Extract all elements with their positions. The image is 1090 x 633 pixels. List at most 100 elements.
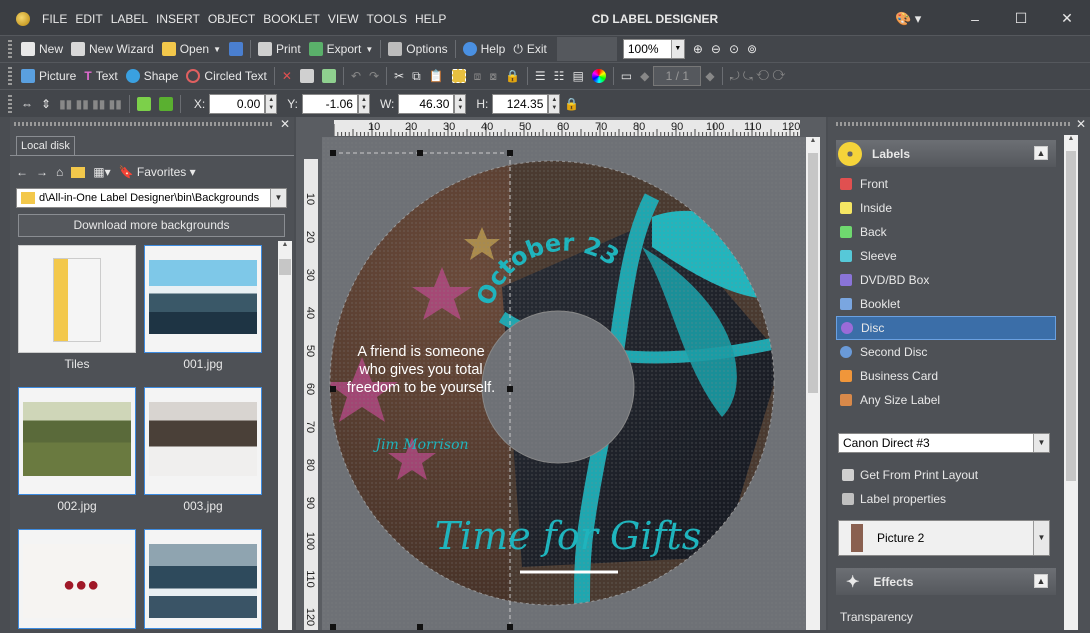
undo-icon[interactable]: ↶ (347, 65, 365, 87)
menu-label[interactable]: LABEL (107, 12, 152, 26)
cut-icon[interactable]: ✂ (390, 65, 408, 87)
maximize-icon[interactable]: ☐ (998, 10, 1044, 27)
favorites-button[interactable]: 🔖 Favorites ▾ (119, 165, 196, 179)
close-panel-icon[interactable]: ✕ (280, 117, 290, 131)
label-disc[interactable]: Disc (836, 316, 1056, 340)
author-text[interactable]: Jim Morrison (372, 437, 468, 453)
align-v-icon[interactable]: ⇕ (37, 93, 55, 115)
properties-icon[interactable] (296, 65, 318, 87)
palette-icon[interactable]: 🎨 ▾ (895, 11, 921, 27)
lock-icon[interactable]: 🔒 (501, 65, 524, 87)
open-button[interactable]: Open ▼ (158, 38, 225, 60)
paste-icon[interactable]: 📋 (425, 65, 448, 87)
thumb-003[interactable] (144, 387, 262, 495)
prev-page-icon[interactable]: ◆ (636, 65, 653, 87)
download-backgrounds-button[interactable]: Download more backgrounds (18, 214, 285, 237)
bring-front-icon[interactable] (133, 93, 155, 115)
thumb-002[interactable] (18, 387, 136, 495)
menu-file[interactable]: FILE (38, 12, 71, 26)
menu-view[interactable]: VIEW (324, 12, 363, 26)
label-booklet[interactable]: Booklet (836, 292, 1056, 316)
print-button[interactable]: Print (254, 38, 305, 60)
menu-help[interactable]: HELP (411, 12, 450, 26)
select-all-icon[interactable] (448, 65, 470, 87)
menu-object[interactable]: OBJECT (204, 12, 259, 26)
collapse-icon[interactable]: ▲ (1034, 146, 1048, 160)
close-panel-icon[interactable]: ✕ (1076, 117, 1086, 131)
align-h-icon[interactable]: ⇔ (17, 93, 37, 115)
w-input[interactable]: 46.30 (398, 93, 455, 114)
send-back-icon[interactable] (155, 93, 177, 115)
redo-icon[interactable]: ↷ (365, 65, 383, 87)
new-wizard-button[interactable]: New Wizard (67, 38, 158, 60)
app-icon[interactable] (16, 11, 30, 26)
path-field[interactable]: d\All-in-One Label Designer\bin\Backgrou… (16, 188, 287, 208)
properties-scrollbar[interactable]: ▲ (1064, 135, 1078, 630)
disc-label[interactable]: October 23 A friend is someone who gives… (322, 137, 806, 630)
tab-local-disk[interactable]: Local disk (16, 136, 75, 156)
list-icon[interactable]: ☷ (550, 65, 569, 87)
get-print-layout-button[interactable]: Get From Print Layout (842, 468, 978, 482)
aspect-lock-icon[interactable]: 🔒 (560, 93, 583, 115)
label-second-disc[interactable]: Second Disc (836, 340, 1056, 364)
zoom-in-icon[interactable]: ⊕ (689, 38, 707, 60)
ungroup-icon[interactable]: ⧇ (485, 65, 501, 87)
circled-text-button[interactable]: Circled Text (182, 65, 270, 87)
labels-section-header[interactable]: Labels ▲ (836, 140, 1056, 167)
effects-section-header[interactable]: ✦ Effects ▲ (836, 568, 1056, 595)
zoom-fit-icon[interactable]: ⊙ (725, 38, 743, 60)
y-spinner[interactable]: ▲ ▼ (357, 93, 370, 114)
help-button[interactable]: Help (459, 38, 510, 60)
thumb-005[interactable] (144, 529, 262, 629)
group-icon[interactable]: ⧈ (470, 65, 486, 87)
layers-icon[interactable]: ▤ (568, 65, 587, 87)
color-icon[interactable] (588, 65, 610, 87)
printer-select[interactable]: Canon Direct #3 ▼ (838, 433, 1050, 453)
image-icon[interactable] (318, 65, 340, 87)
rotate-icons[interactable]: ⤾ ⤿ ⟲ ⟳ (726, 65, 790, 87)
export-button[interactable]: Export ▼ (305, 38, 378, 60)
headline-text[interactable]: Time for Gifts (435, 514, 702, 558)
menu-edit[interactable]: EDIT (71, 12, 106, 26)
x-spinner[interactable]: ▲ ▼ (265, 93, 278, 114)
page-view-icon[interactable]: ▭ (617, 65, 636, 87)
menu-insert[interactable]: INSERT (152, 12, 204, 26)
picture-button[interactable]: Picture (17, 65, 80, 87)
label-workarea[interactable]: October 23 A friend is someone who gives… (322, 137, 806, 630)
label-front[interactable]: Front (836, 172, 1056, 196)
thumb-001[interactable] (144, 245, 262, 353)
object-select[interactable]: Picture 2 ▼ (838, 520, 1050, 556)
home-icon[interactable]: ⌂ (56, 165, 63, 179)
label-back[interactable]: Back (836, 220, 1056, 244)
forward-icon[interactable]: → (36, 165, 48, 179)
w-spinner[interactable]: ▲ ▼ (454, 93, 467, 114)
thumb-tiles[interactable] (18, 245, 136, 353)
h-input[interactable]: 124.35 (492, 93, 549, 114)
options-button[interactable]: Options (384, 38, 451, 60)
collapse-icon[interactable]: ▲ (1034, 574, 1048, 588)
text-button[interactable]: T Text (80, 65, 121, 87)
up-folder-icon[interactable] (71, 166, 86, 178)
menu-tools[interactable]: TOOLS (363, 12, 411, 26)
copy-icon[interactable]: ⧉ (408, 65, 425, 87)
save-button[interactable] (225, 38, 247, 60)
delete-icon[interactable]: ✕ (278, 65, 296, 87)
label-any-size[interactable]: Any Size Label (836, 388, 1056, 412)
thumb-004[interactable]: ●●● (18, 529, 136, 629)
next-page-icon[interactable]: ◆ (701, 65, 718, 87)
label-inside[interactable]: Inside (836, 196, 1056, 220)
h-spinner[interactable]: ▲ ▼ (548, 93, 561, 114)
shape-button[interactable]: Shape (122, 65, 183, 87)
thumbnails-scrollbar[interactable]: ▲ (278, 241, 292, 630)
align-icon[interactable]: ☰ (531, 65, 550, 87)
back-icon[interactable]: ← (16, 165, 28, 179)
label-sleeve[interactable]: Sleeve (836, 244, 1056, 268)
label-business-card[interactable]: Business Card (836, 364, 1056, 388)
new-button[interactable]: New (17, 38, 67, 60)
canvas-scrollbar[interactable]: ▲ (806, 137, 820, 630)
view-mode-icon[interactable]: ▦▾ (93, 165, 110, 179)
zoom-input[interactable]: 100% ▼ (622, 39, 685, 59)
y-input[interactable]: -1.06 (301, 93, 358, 114)
close-icon[interactable]: ✕ (1044, 10, 1090, 27)
label-dvd-box[interactable]: DVD/BD Box (836, 268, 1056, 292)
